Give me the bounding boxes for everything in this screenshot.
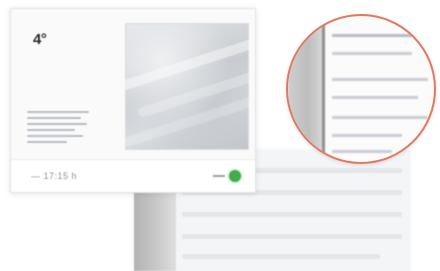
indicator-dash	[213, 175, 225, 177]
magnified-divider	[322, 16, 325, 162]
text-line	[27, 111, 89, 113]
description-text	[27, 111, 91, 147]
text-line	[27, 117, 81, 119]
magnified-content	[288, 16, 434, 162]
temperature-value: 4°	[33, 31, 47, 48]
card-footer: — 17:15 h	[11, 159, 255, 192]
text-line	[27, 129, 75, 131]
text-line	[27, 123, 87, 125]
magnified-line	[332, 52, 412, 55]
document-line	[182, 212, 402, 217]
status-dot-icon	[229, 170, 241, 182]
magnifier-lens	[286, 14, 436, 164]
magnified-line	[332, 78, 428, 81]
scene: 4° — 17:15 h	[0, 0, 440, 271]
magnified-line	[332, 96, 418, 99]
magnified-spine	[288, 16, 322, 162]
status-indicator[interactable]	[213, 169, 243, 183]
card-photo	[125, 23, 249, 150]
text-line	[27, 141, 67, 143]
document-line	[182, 254, 380, 259]
magnified-line	[332, 150, 392, 153]
magnified-line	[332, 134, 402, 137]
document-line	[182, 234, 402, 239]
text-line	[27, 135, 83, 137]
footer-label: — 17:15 h	[31, 171, 78, 181]
magnified-line	[332, 116, 428, 119]
card-body: 4°	[11, 9, 255, 161]
magnified-line	[332, 34, 424, 37]
weather-card[interactable]: 4° — 17:15 h	[10, 8, 256, 193]
